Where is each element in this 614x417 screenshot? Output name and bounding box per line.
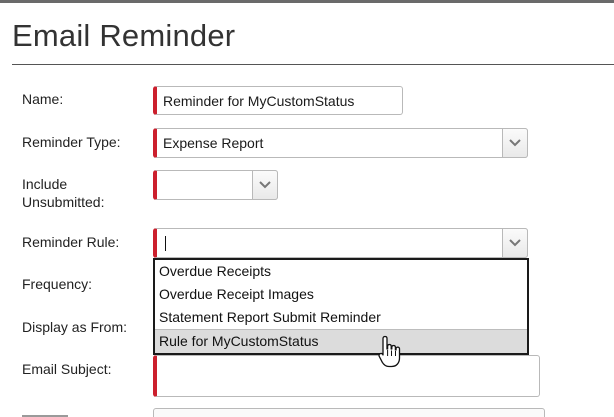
reminder-rule-dropdown-button[interactable]: [502, 228, 528, 258]
next-field-partial[interactable]: [153, 408, 545, 417]
include-unsubmitted-label-line1: Include: [22, 176, 68, 192]
reminder-type-dropdown-button[interactable]: [502, 128, 528, 158]
reminder-rule-select[interactable]: [153, 228, 528, 258]
reminder-rule-label: Reminder Rule:: [22, 234, 120, 250]
reminder-rule-option[interactable]: Overdue Receipts: [155, 260, 527, 283]
reminder-type-label: Reminder Type:: [22, 134, 121, 150]
include-unsubmitted-dropdown-button[interactable]: [252, 170, 278, 200]
name-input[interactable]: Reminder for MyCustomStatus: [153, 86, 403, 115]
reminder-rule-options-list[interactable]: Overdue Receipts Overdue Receipt Images …: [153, 258, 529, 355]
chevron-down-icon: [509, 239, 521, 247]
top-strip: [0, 0, 614, 3]
chevron-down-icon: [509, 139, 521, 147]
reminder-type-value: Expense Report: [163, 135, 264, 151]
include-unsubmitted-label: Include Unsubmitted:: [22, 175, 104, 211]
reminder-type-select[interactable]: Expense Report: [153, 128, 528, 158]
frequency-label: Frequency:: [22, 276, 93, 292]
next-field-label-partial: [22, 410, 72, 417]
name-input-value: Reminder for MyCustomStatus: [163, 92, 355, 109]
reminder-rule-option[interactable]: Overdue Receipt Images: [155, 283, 527, 306]
display-as-from-label: Display as From:: [22, 319, 128, 335]
email-reminder-page: Email Reminder Name: Reminder for MyCust…: [0, 0, 614, 417]
email-subject-label: Email Subject:: [22, 361, 112, 377]
text-caret: [165, 236, 166, 251]
include-unsubmitted-label-line2: Unsubmitted:: [22, 194, 105, 210]
reminder-rule-option[interactable]: Statement Report Submit Reminder: [155, 306, 527, 329]
page-title: Email Reminder: [12, 18, 236, 53]
title-divider: [12, 64, 614, 65]
name-label: Name:: [22, 91, 64, 107]
include-unsubmitted-select[interactable]: [153, 170, 278, 200]
hand-pointer-icon: [378, 335, 402, 374]
email-subject-input[interactable]: [153, 355, 540, 397]
reminder-rule-option-hovered[interactable]: Rule for MyCustomStatus: [155, 329, 527, 353]
chevron-down-icon: [259, 181, 271, 189]
